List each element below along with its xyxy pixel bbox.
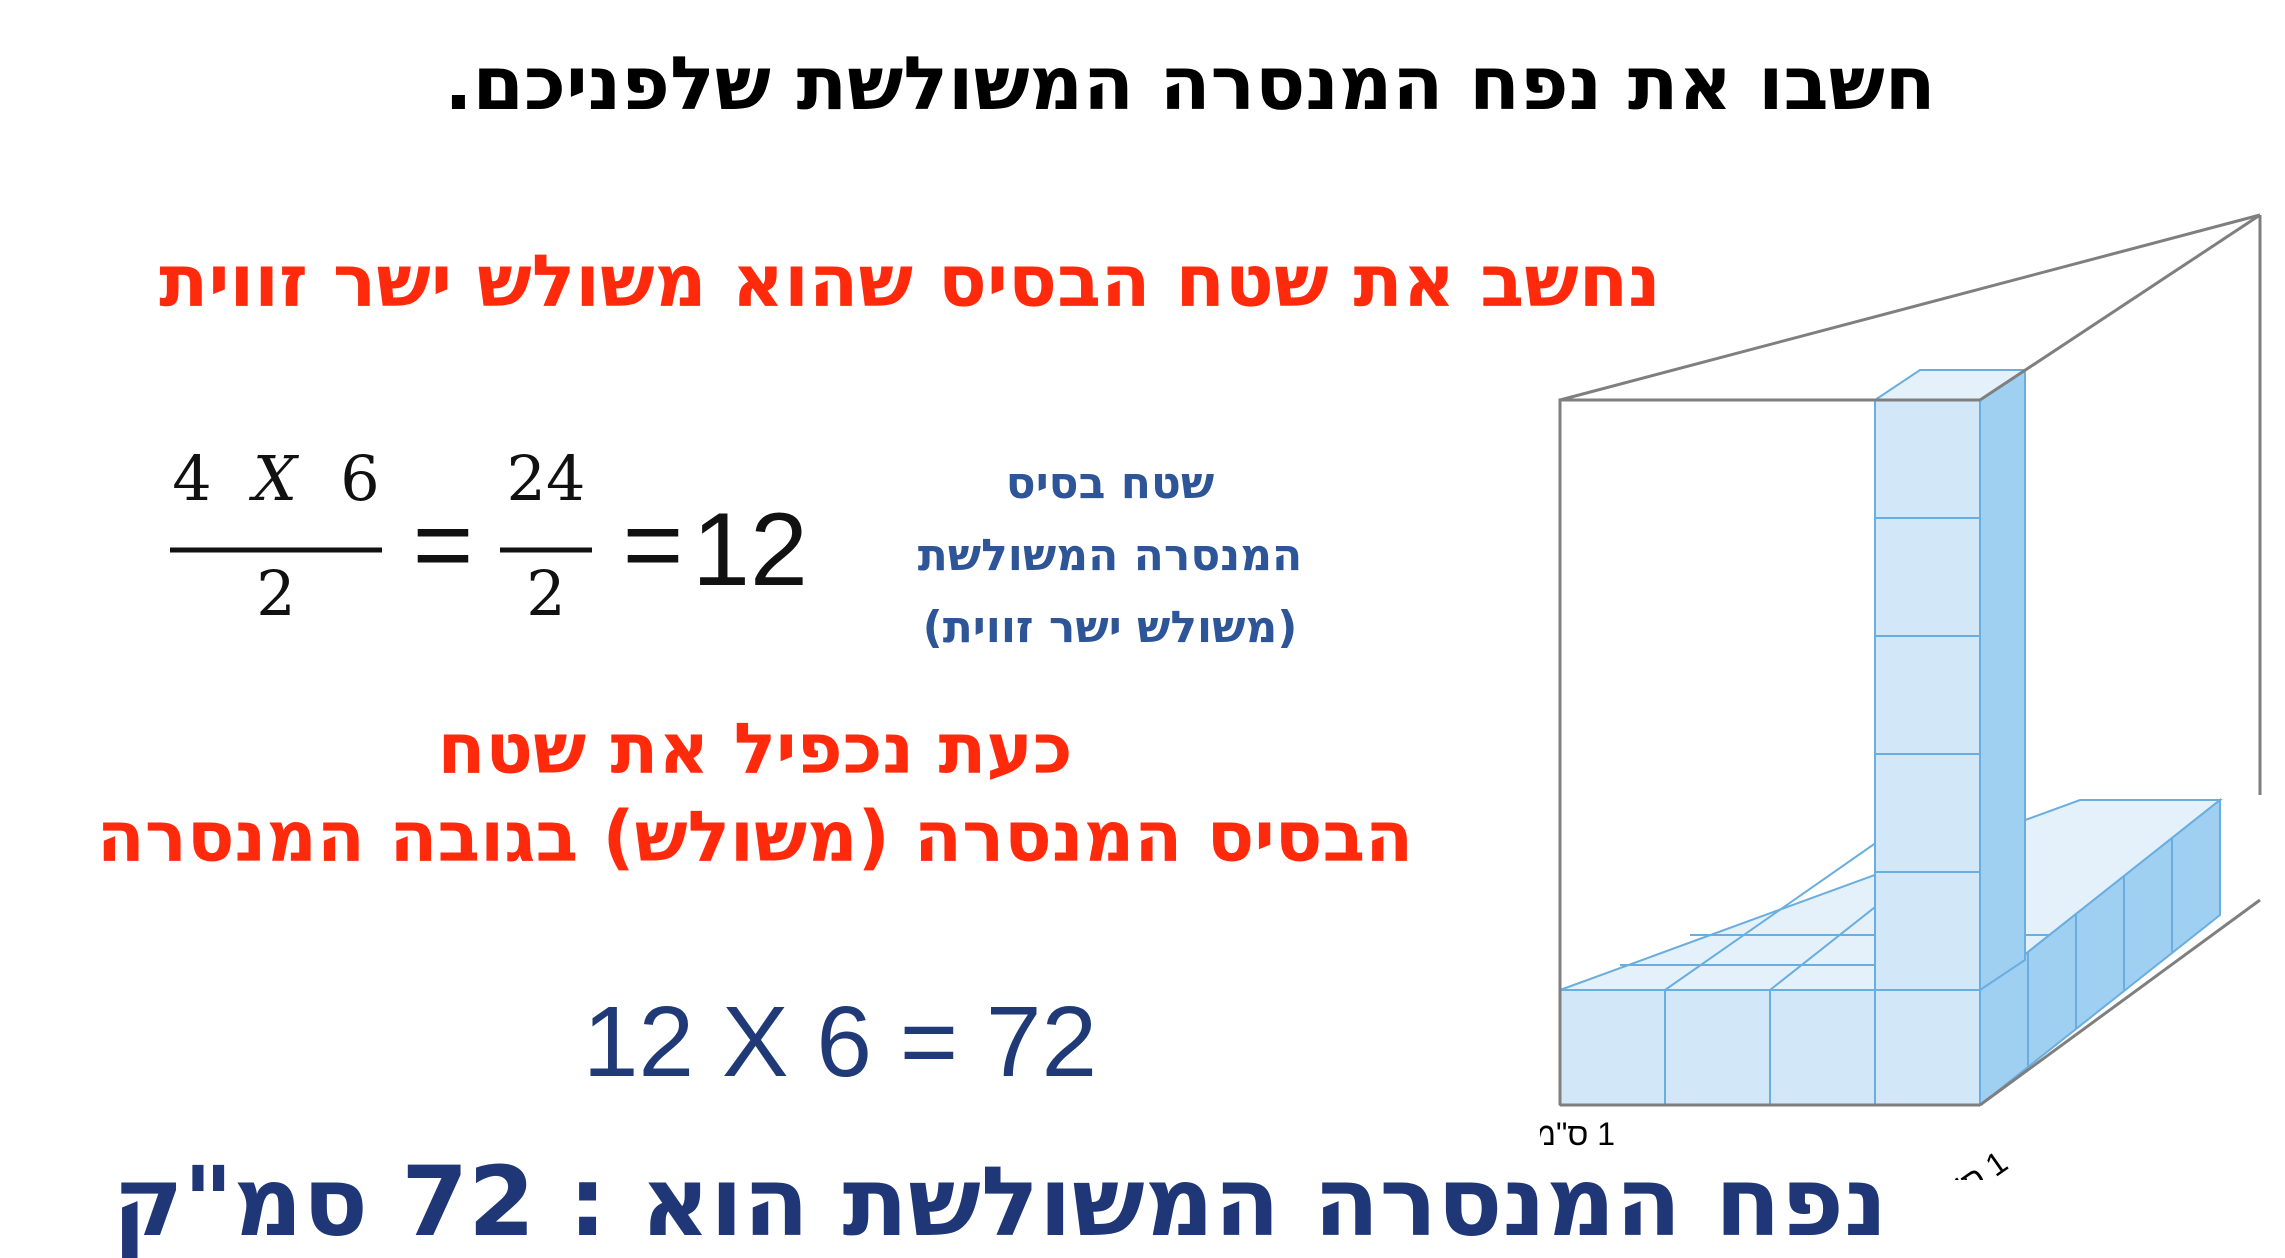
- step2-line-2: הבסיס המנסרה (משולש) בגובה המנסרה: [96, 796, 1414, 878]
- front-cube-row: [1559, 989, 1981, 1106]
- fraction-num-x: X: [249, 442, 300, 515]
- fraction-num-a: 4: [172, 442, 211, 515]
- base-area-note: שטח בסיס המנסרה המשולשת (משולש ישר זווית…: [870, 448, 1350, 664]
- step1-instruction: נחשב את שטח הבסיס שהוא משולש ישר זווית: [159, 239, 1661, 323]
- volume-multiplication: 12 X 6 = 72: [582, 986, 1098, 1098]
- step2-instruction: כעת נכפיל את שטח הבסיס המנסרה (משולש) בג…: [30, 705, 1480, 881]
- unit-label-side: 1 ס"מ: [1927, 1144, 2014, 1180]
- vertical-cube-column: [1871, 368, 2029, 992]
- base-area-equation: 4 X 6 2 = 24 2 = 12: [170, 442, 808, 630]
- triangular-prism-figure: 1 ס"מ 1 ס"מ: [1540, 213, 2262, 1180]
- equals-sign-1: =: [413, 487, 474, 603]
- note-line-2: המנסרה המשולשת: [917, 530, 1303, 581]
- page-heading: חשבו את נפח המנסרה המשולשת שלפניכם.: [444, 41, 1936, 127]
- fraction-denom-1: 2: [256, 557, 295, 630]
- unit-label-bottom: 1 ס"מ: [1540, 1116, 1615, 1152]
- note-line-3: (משולש ישר זווית): [922, 602, 1298, 653]
- fraction-denom-2: 2: [526, 557, 565, 630]
- base-area-result: 12: [692, 492, 808, 608]
- equals-sign-2: =: [623, 487, 684, 603]
- note-line-1: שטח בסיס: [1005, 458, 1215, 509]
- step2-line-1: כעת נכפיל את שטח: [437, 708, 1073, 790]
- fraction-num-2: 24: [507, 442, 586, 515]
- fraction-num-b: 6: [340, 442, 379, 515]
